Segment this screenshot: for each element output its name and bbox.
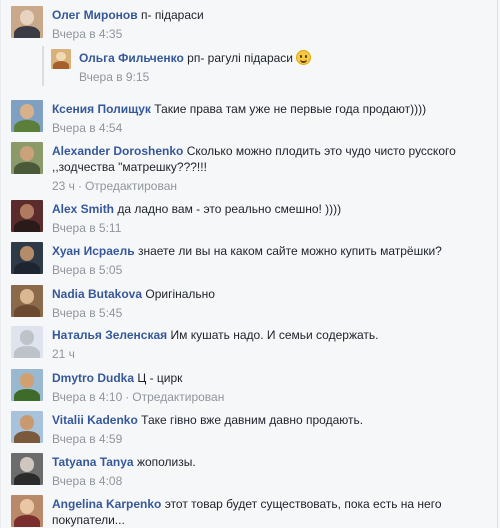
comment-text: Им кушать надо. И семьи содержать. xyxy=(170,328,379,342)
smile-emoji-icon xyxy=(296,50,312,65)
comment: Хуан Исраель знаете ли вы на каком сайте… xyxy=(11,242,491,278)
comment: Angelina Karpenko этот товар будет сущес… xyxy=(11,495,491,528)
author-name[interactable]: Tatyana Tanya xyxy=(52,455,134,469)
reply-comment: Ольга Фильченко рп- рагулі підараси Вчер… xyxy=(51,49,491,85)
comment-timestamp[interactable]: Вчера в 4:08 xyxy=(52,474,122,488)
comment-timestamp[interactable]: Вчера в 5:45 xyxy=(52,306,122,320)
comment-timestamp[interactable]: Вчера в 5:05 xyxy=(52,263,122,277)
comment-text: знаете ли вы на каком сайте можно купить… xyxy=(137,244,442,258)
comment-text: п- підараси xyxy=(140,8,204,22)
author-name[interactable]: Vitalii Kadenko xyxy=(52,413,138,427)
author-name[interactable]: Dmytro Dudka xyxy=(52,371,134,385)
author-name[interactable]: Хуан Исраель xyxy=(52,244,135,258)
comment-text: жополизы. xyxy=(136,455,196,469)
comment: Alex Smith да ладно вам - это реально см… xyxy=(11,200,491,236)
avatar[interactable] xyxy=(11,6,43,38)
avatar[interactable] xyxy=(11,142,43,174)
avatar[interactable] xyxy=(11,100,43,132)
author-name[interactable]: Alexander Doroshenko xyxy=(52,144,183,158)
comment: Ксения Полищук Такие права там уже не пе… xyxy=(11,100,491,136)
comment-text: Ц - цирк xyxy=(137,371,183,385)
avatar[interactable] xyxy=(51,49,71,69)
author-name[interactable]: Nadia Butakova xyxy=(52,287,142,301)
avatar[interactable] xyxy=(11,285,43,317)
avatar[interactable] xyxy=(11,495,43,527)
comment-timestamp[interactable]: Вчера в 4:54 xyxy=(52,121,122,135)
comment-text: рп- рагулі підараси xyxy=(187,51,294,65)
reply-thread-line xyxy=(42,46,44,86)
comment-timestamp[interactable]: 21 ч xyxy=(52,347,75,361)
avatar[interactable] xyxy=(11,453,43,485)
comment-text: да ладно вам - это реально смешно! )))) xyxy=(117,202,342,216)
avatar[interactable] xyxy=(11,369,43,401)
comment: Nadia Butakova Оригінально Вчера в 5:45 xyxy=(11,285,491,321)
avatar[interactable] xyxy=(11,411,43,443)
comment-timestamp[interactable]: Вчера в 4:10 xyxy=(52,390,122,404)
comment-text: Таке гівно вже давним давно продають. xyxy=(141,413,364,427)
comment: Alexander Doroshenko Сколько можно плоди… xyxy=(11,142,491,194)
comment-timestamp[interactable]: Вчера в 4:59 xyxy=(52,432,122,446)
author-name[interactable]: Наталья Зеленская xyxy=(52,328,167,342)
avatar[interactable] xyxy=(11,326,43,358)
comment: Наталья Зеленская Им кушать надо. И семь… xyxy=(11,326,491,362)
avatar[interactable] xyxy=(11,242,43,274)
comment: Tatyana Tanya жополизы. Вчера в 4:08 xyxy=(11,453,491,489)
author-name[interactable]: Alex Smith xyxy=(52,202,114,216)
comment: Vitalii Kadenko Таке гівно вже давним да… xyxy=(11,411,491,447)
comment-timestamp[interactable]: Вчера в 9:15 xyxy=(79,70,149,84)
comment: Dmytro Dudka Ц - цирк Вчера в 4:10 · Отред… xyxy=(11,369,491,405)
author-name[interactable]: Angelina Karpenko xyxy=(52,497,161,511)
comment-text: Оригінально xyxy=(145,287,215,301)
edited-label[interactable]: Отредактирован xyxy=(85,179,177,193)
avatar[interactable] xyxy=(11,200,43,232)
comment-timestamp[interactable]: Вчера в 4:35 xyxy=(52,27,122,41)
comment-timestamp[interactable]: 23 ч xyxy=(52,179,75,193)
comment: Олег Миронов п- підараси Вчера в 4:35 xyxy=(11,6,491,42)
comments-panel: Олег Миронов п- підараси Вчера в 4:35 Ол… xyxy=(0,0,498,528)
author-name[interactable]: Ольга Фильченко xyxy=(79,51,184,65)
comment-text: Такие права там уже не первые года прода… xyxy=(154,102,427,116)
comment-timestamp[interactable]: Вчера в 5:11 xyxy=(52,221,121,235)
author-name[interactable]: Олег Миронов xyxy=(52,8,138,22)
author-name[interactable]: Ксения Полищук xyxy=(52,102,151,116)
edited-label[interactable]: Отредактирован xyxy=(132,390,224,404)
